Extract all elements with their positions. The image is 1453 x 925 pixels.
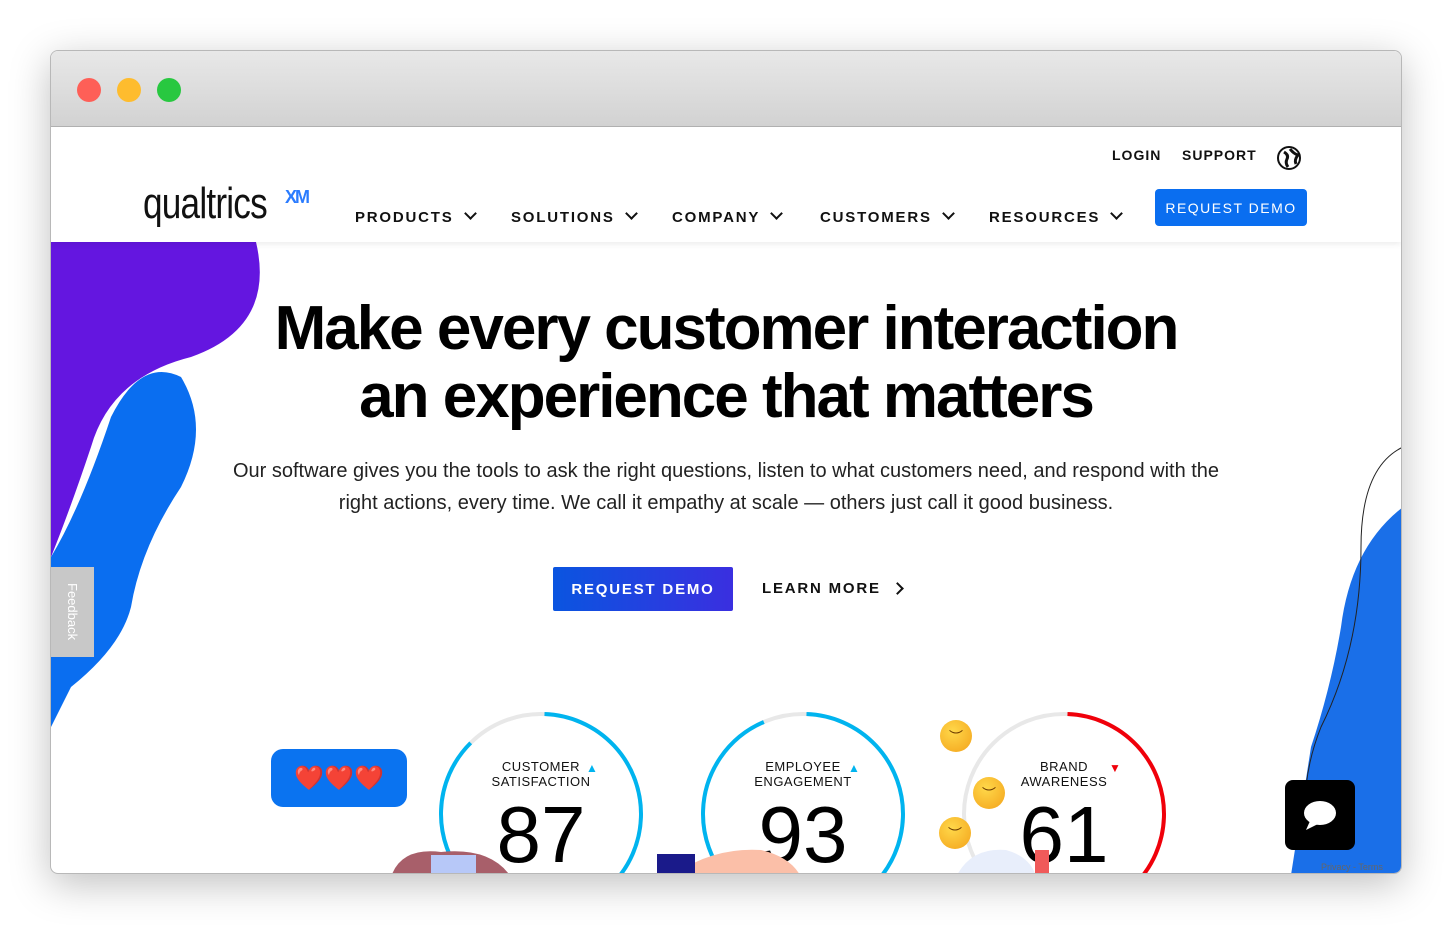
sad-face-icon: ︶ <box>973 777 1005 809</box>
gauge-label-line2: ENGAGEMENT <box>754 774 852 789</box>
header-request-demo-button[interactable]: REQUEST DEMO <box>1155 189 1307 226</box>
gauge-label-line1: EMPLOYEE <box>765 759 841 774</box>
gauge-label-line1: BRAND <box>1039 759 1088 774</box>
login-link[interactable]: LOGIN <box>1112 147 1161 163</box>
person-illustration <box>392 851 508 873</box>
hero-title-line2: an experience that matters <box>359 362 1095 431</box>
nav-label: RESOURCES <box>989 209 1101 226</box>
chevron-down-icon <box>941 207 955 220</box>
browser-window: LOGIN SUPPORT qualtrics XM PRODUCTS SOLU… <box>50 50 1402 874</box>
chevron-down-icon <box>770 207 784 220</box>
nav-products[interactable]: PRODUCTS <box>355 207 477 226</box>
sad-face-icon: ︶ <box>940 720 972 752</box>
hero-title-line1: Make every customer interaction <box>274 294 1180 363</box>
globe-icon[interactable] <box>1276 145 1302 171</box>
hero-title: Make every customer interaction an experi… <box>51 295 1401 431</box>
close-button[interactable] <box>77 78 101 102</box>
recaptcha-badge[interactable]: Privacy - Terms <box>1321 862 1383 872</box>
gauge-label: EMPLOYEE ENGAGEMENT <box>698 759 908 789</box>
gauge-label-line1: CUSTOMER <box>501 759 581 774</box>
chevron-down-icon <box>1110 207 1124 220</box>
gauge-label-line2: AWARENESS <box>1020 774 1108 789</box>
person-illustration <box>657 849 799 873</box>
site-header: LOGIN SUPPORT qualtrics XM PRODUCTS SOLU… <box>51 127 1401 242</box>
nav-company[interactable]: COMPANY <box>672 207 784 226</box>
gauge-label: CUSTOMER SATISFACTION <box>436 759 646 789</box>
xm-logo: XM <box>285 187 310 207</box>
chevron-down-icon <box>624 207 638 220</box>
trend-down-icon: ▼ <box>1109 761 1121 775</box>
nav-label: SOLUTIONS <box>511 209 615 226</box>
chevron-down-icon <box>463 207 477 220</box>
hearts-chat-bubble: ❤️❤️❤️ <box>271 749 407 807</box>
maximize-button[interactable] <box>157 78 181 102</box>
trend-up-icon: ▲ <box>848 761 860 775</box>
chat-icon <box>1304 801 1336 830</box>
chevron-right-icon <box>890 582 904 595</box>
learn-more-link[interactable]: LEARN MORE <box>762 580 904 597</box>
hero-subtitle: Our software gives you the tools to ask … <box>232 460 1220 514</box>
nav-label: PRODUCTS <box>355 209 454 226</box>
request-demo-button[interactable]: REQUEST DEMO <box>553 567 733 611</box>
trend-up-icon: ▲ <box>586 761 598 775</box>
nav-customers[interactable]: CUSTOMERS <box>820 207 955 226</box>
support-link[interactable]: SUPPORT <box>1182 147 1257 163</box>
feedback-tab[interactable]: Feedback <box>51 567 94 657</box>
gauge-label-line2: SATISFACTION <box>491 774 591 789</box>
qualtrics-logo[interactable]: qualtrics <box>143 179 268 229</box>
chat-button[interactable] <box>1285 780 1355 850</box>
nav-label: COMPANY <box>672 209 761 226</box>
minimize-button[interactable] <box>117 78 141 102</box>
person-illustration <box>958 849 1049 873</box>
page: LOGIN SUPPORT qualtrics XM PRODUCTS SOLU… <box>51 127 1401 873</box>
learn-more-label: LEARN MORE <box>762 580 881 597</box>
title-bar <box>51 51 1401 127</box>
nav-resources[interactable]: RESOURCES <box>989 207 1124 226</box>
nav-solutions[interactable]: SOLUTIONS <box>511 207 638 226</box>
nav-label: CUSTOMERS <box>820 209 932 226</box>
